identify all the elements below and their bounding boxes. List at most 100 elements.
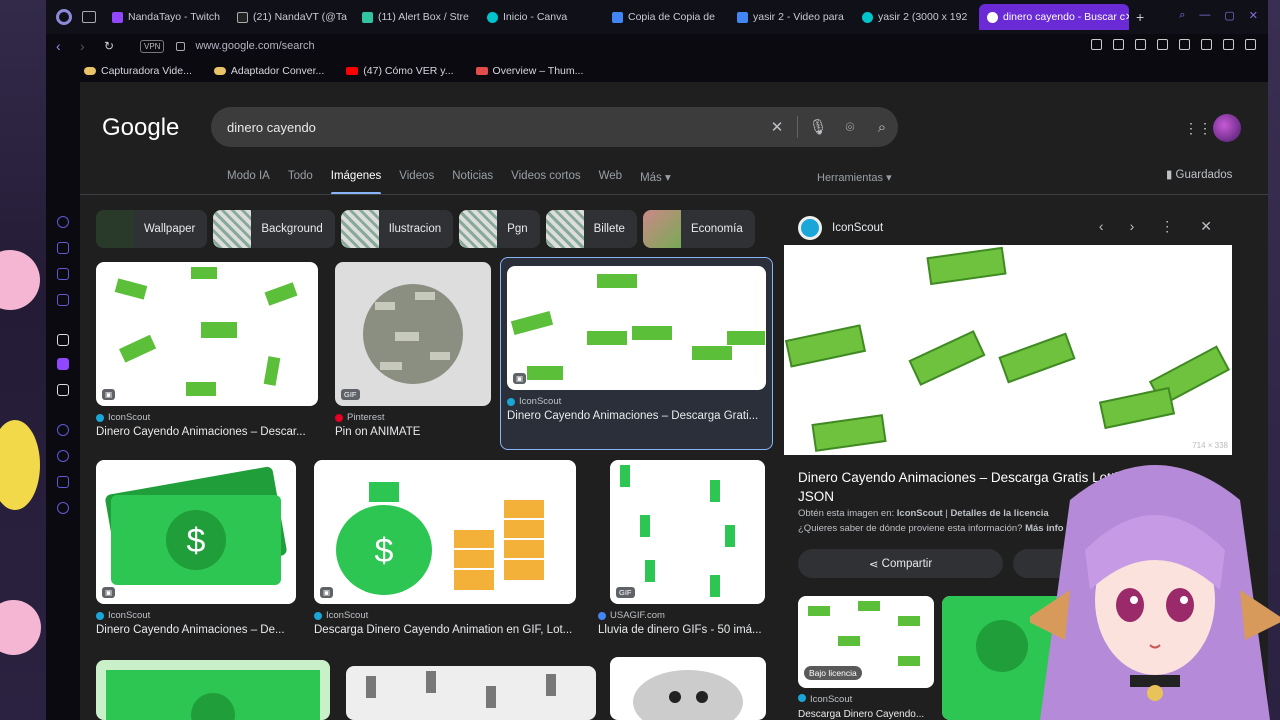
- search-icon[interactable]: ⌕: [866, 119, 898, 136]
- saved-button[interactable]: ▮ Guardados: [1166, 167, 1232, 181]
- result-title[interactable]: Dinero Cayendo Animaciones – Descar...: [96, 426, 318, 438]
- result-thumbnail[interactable]: GIF: [335, 262, 491, 406]
- tab-videos-cortos[interactable]: Videos cortos: [511, 170, 580, 184]
- forward-icon[interactable]: ›: [80, 38, 94, 54]
- panel-source[interactable]: IconScout: [832, 222, 883, 234]
- image-result-selected[interactable]: ▣ IconScout Dinero Cayendo Animaciones –…: [500, 257, 773, 450]
- result-source[interactable]: IconScout: [507, 396, 766, 407]
- browser-tab[interactable]: Inicio - Canva: [479, 4, 603, 30]
- snapshot-icon[interactable]: [1113, 39, 1124, 50]
- tab-web[interactable]: Web: [599, 170, 622, 184]
- download-icon[interactable]: [1223, 39, 1234, 50]
- close-icon[interactable]: ✕: [1200, 218, 1212, 235]
- search-input[interactable]: dinero cayendo: [211, 120, 761, 135]
- lens-icon[interactable]: ⌾: [834, 119, 866, 136]
- heart-icon[interactable]: [1179, 39, 1190, 50]
- opera-logo-icon[interactable]: [56, 9, 72, 25]
- sidebar-app-icon[interactable]: [57, 334, 69, 346]
- avatar[interactable]: [1213, 114, 1241, 142]
- sidebar-m-icon[interactable]: [57, 294, 69, 306]
- preview-image[interactable]: [784, 245, 1232, 455]
- image-result[interactable]: GIF USAGIF.com Lluvia de dinero GIFs - 5…: [598, 460, 768, 636]
- bookmark-item[interactable]: Capturadora Vide...: [84, 65, 192, 77]
- minimize-icon[interactable]: —: [1199, 9, 1210, 22]
- bookmark-item[interactable]: (47) Cómo VER y...: [346, 65, 454, 77]
- new-tab-icon[interactable]: +: [1136, 9, 1144, 25]
- result-source[interactable]: IconScout: [96, 610, 296, 621]
- browser-tab-active[interactable]: dinero cayendo - Buscar c✕: [979, 4, 1129, 30]
- result-source[interactable]: USAGIF.com: [598, 610, 768, 621]
- back-icon[interactable]: ‹: [56, 38, 70, 54]
- browser-tab[interactable]: (11) Alert Box / Stre: [354, 4, 478, 30]
- browser-tab[interactable]: Copia de Copia de: [604, 4, 728, 30]
- twitch-icon[interactable]: [57, 358, 69, 370]
- result-title[interactable]: Pin on ANIMATE: [335, 426, 491, 438]
- translate-icon[interactable]: [1135, 39, 1146, 50]
- menu-icon[interactable]: [1245, 39, 1256, 50]
- browser-tab[interactable]: NandaTayo - Twitch: [104, 4, 228, 30]
- image-result[interactable]: $ ▣ IconScout Descarga Dinero Cayendo An…: [314, 460, 576, 636]
- result-thumbnail[interactable]: GIF: [610, 460, 765, 604]
- sidebar-aria-icon[interactable]: [57, 216, 69, 228]
- google-logo[interactable]: Google: [102, 114, 179, 142]
- bookmark-item[interactable]: Adaptador Conver...: [213, 65, 324, 77]
- prev-icon[interactable]: ‹: [1099, 218, 1104, 235]
- result-thumbnail[interactable]: [346, 666, 596, 720]
- tab-manager-icon[interactable]: [82, 11, 96, 23]
- tools-button[interactable]: Herramientas ▾: [817, 171, 892, 184]
- chip[interactable]: Pgn: [459, 210, 540, 248]
- search-tabs-icon[interactable]: ⌕: [1179, 9, 1185, 22]
- result-source[interactable]: IconScout: [314, 610, 576, 621]
- history-icon[interactable]: [57, 450, 69, 462]
- chip[interactable]: Ilustracion: [340, 210, 454, 248]
- related-title[interactable]: Descarga Dinero Cayendo...: [798, 709, 928, 720]
- result-title[interactable]: Dinero Cayendo Animaciones – De...: [96, 624, 296, 636]
- bookmark-item[interactable]: Overview – Thum...: [475, 65, 583, 77]
- browser-tab[interactable]: yasir 2 (3000 x 192: [854, 4, 978, 30]
- image-result[interactable]: ▣ IconScout Dinero Cayendo Animaciones –…: [96, 262, 318, 438]
- result-thumbnail[interactable]: $ ▣: [314, 460, 576, 604]
- close-tab-icon[interactable]: ✕: [1125, 12, 1129, 23]
- image-result[interactable]: [610, 657, 766, 720]
- result-title[interactable]: Lluvia de dinero GIFs - 50 imá...: [598, 624, 768, 636]
- play-icon[interactable]: [1157, 39, 1168, 50]
- reload-icon[interactable]: ↻: [104, 39, 118, 53]
- related-source[interactable]: IconScout: [798, 694, 852, 705]
- chip[interactable]: Background: [213, 210, 335, 248]
- tab-modo-ia[interactable]: Modo IA: [227, 170, 270, 184]
- x-icon[interactable]: [57, 384, 69, 396]
- result-thumbnail[interactable]: ▣: [96, 262, 318, 406]
- url-field[interactable]: www.google.com/search: [195, 40, 314, 52]
- image-result[interactable]: $ ▣ IconScout Dinero Cayendo Animaciones…: [96, 460, 296, 636]
- settings-icon[interactable]: [57, 502, 69, 514]
- browser-tab[interactable]: (21) NandaVT (@Ta: [229, 4, 353, 30]
- image-result[interactable]: [96, 660, 330, 720]
- more-options-icon[interactable]: ⋮: [1160, 218, 1174, 235]
- chip[interactable]: Wallpaper: [96, 210, 208, 248]
- next-icon[interactable]: ›: [1130, 218, 1135, 235]
- lock-icon[interactable]: [176, 41, 186, 51]
- vpn-badge[interactable]: VPN: [140, 39, 165, 53]
- maximize-icon[interactable]: ▢: [1224, 9, 1234, 22]
- tab-mas[interactable]: Más ▾: [640, 170, 671, 184]
- result-thumbnail[interactable]: [610, 657, 766, 720]
- close-window-icon[interactable]: ✕: [1249, 9, 1258, 22]
- result-source[interactable]: Pinterest: [335, 412, 491, 423]
- tab-todo[interactable]: Todo: [288, 170, 313, 184]
- result-title[interactable]: Dinero Cayendo Animaciones – Descarga Gr…: [507, 410, 766, 422]
- result-thumbnail[interactable]: ▣: [507, 266, 766, 390]
- chip[interactable]: Economía: [642, 210, 755, 248]
- result-thumbnail[interactable]: $ ▣: [96, 460, 296, 604]
- share-button[interactable]: ⋖ Compartir: [798, 549, 1003, 578]
- sidebar-messenger-icon[interactable]: [57, 268, 69, 280]
- tab-videos[interactable]: Videos: [399, 170, 434, 184]
- clear-icon[interactable]: ✕: [761, 118, 793, 136]
- chip[interactable]: Billete: [545, 210, 637, 248]
- related-image[interactable]: Bajo licencia: [798, 596, 934, 688]
- tab-noticias[interactable]: Noticias: [452, 170, 493, 184]
- sidebar-crypto-icon[interactable]: [57, 242, 69, 254]
- voice-search-icon[interactable]: 🎙: [802, 118, 834, 136]
- result-thumbnail[interactable]: [96, 660, 330, 720]
- tab-imagenes[interactable]: Imágenes: [331, 170, 382, 184]
- account-icon[interactable]: [1201, 39, 1212, 50]
